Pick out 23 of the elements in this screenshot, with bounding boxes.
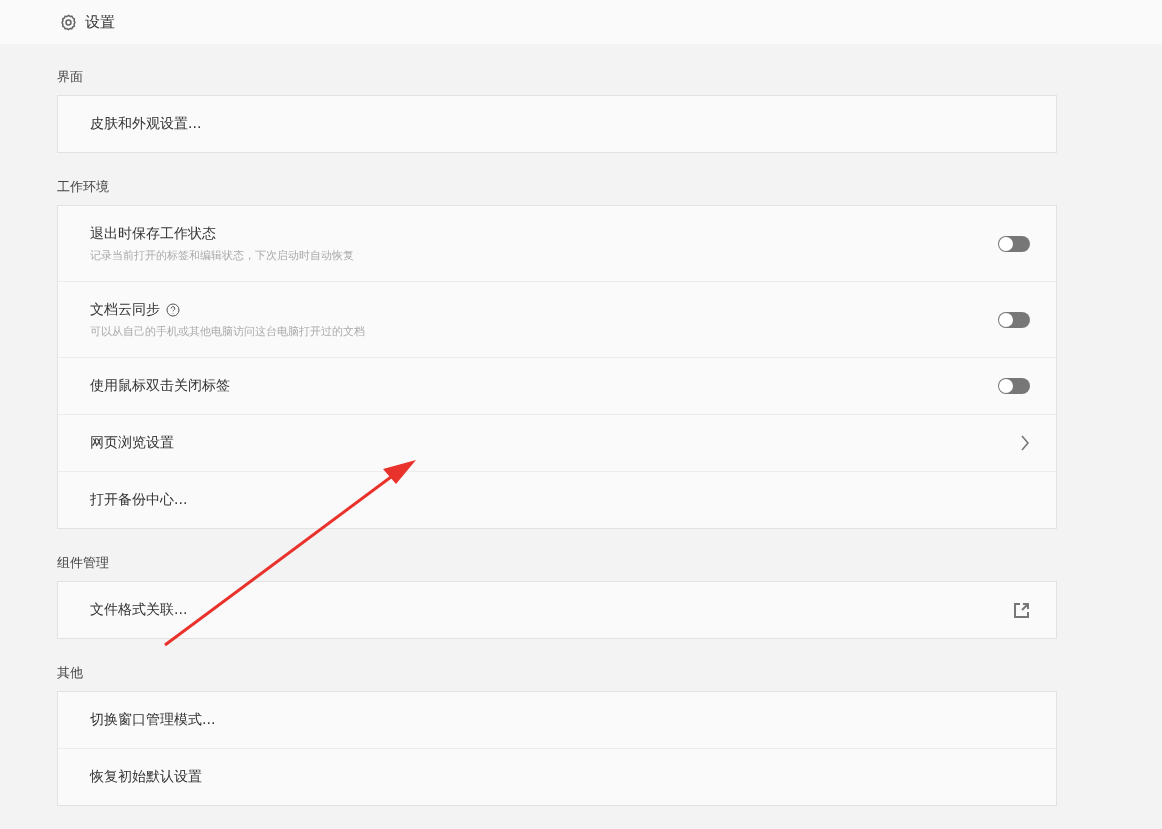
- page-title: 设置: [85, 12, 115, 32]
- setting-label: 使用鼠标双击关闭标签: [90, 377, 230, 395]
- settings-icon: [60, 13, 77, 31]
- setting-description: 可以从自己的手机或其他电脑访问这台电脑打开过的文档: [90, 323, 365, 339]
- setting-label: 切换窗口管理模式...: [90, 711, 216, 729]
- setting-label: 网页浏览设置: [90, 434, 174, 452]
- external-link-icon[interactable]: [1013, 601, 1030, 619]
- toggle-switch[interactable]: [998, 235, 1030, 252]
- setting-description: 记录当前打开的标签和编辑状态，下次启动时自动恢复: [90, 247, 354, 263]
- toggle-switch[interactable]: [998, 311, 1030, 328]
- setting-label: 文档云同步: [90, 300, 160, 319]
- setting-label: 恢复初始默认设置: [90, 768, 202, 786]
- chevron-right-icon[interactable]: [1020, 434, 1030, 452]
- section-title: 工作环境: [57, 178, 109, 196]
- toggle-switch[interactable]: [998, 378, 1030, 394]
- section-title: 界面: [57, 68, 83, 86]
- section-title: 其他: [57, 664, 83, 682]
- help-icon[interactable]: [166, 302, 180, 317]
- setting-label: 文件格式关联...: [90, 601, 188, 619]
- setting-label: 退出时保存工作状态: [90, 224, 216, 243]
- section-title: 组件管理: [57, 554, 109, 572]
- setting-label: 打开备份中心...: [90, 491, 188, 509]
- setting-label: 皮肤和外观设置...: [90, 115, 202, 133]
